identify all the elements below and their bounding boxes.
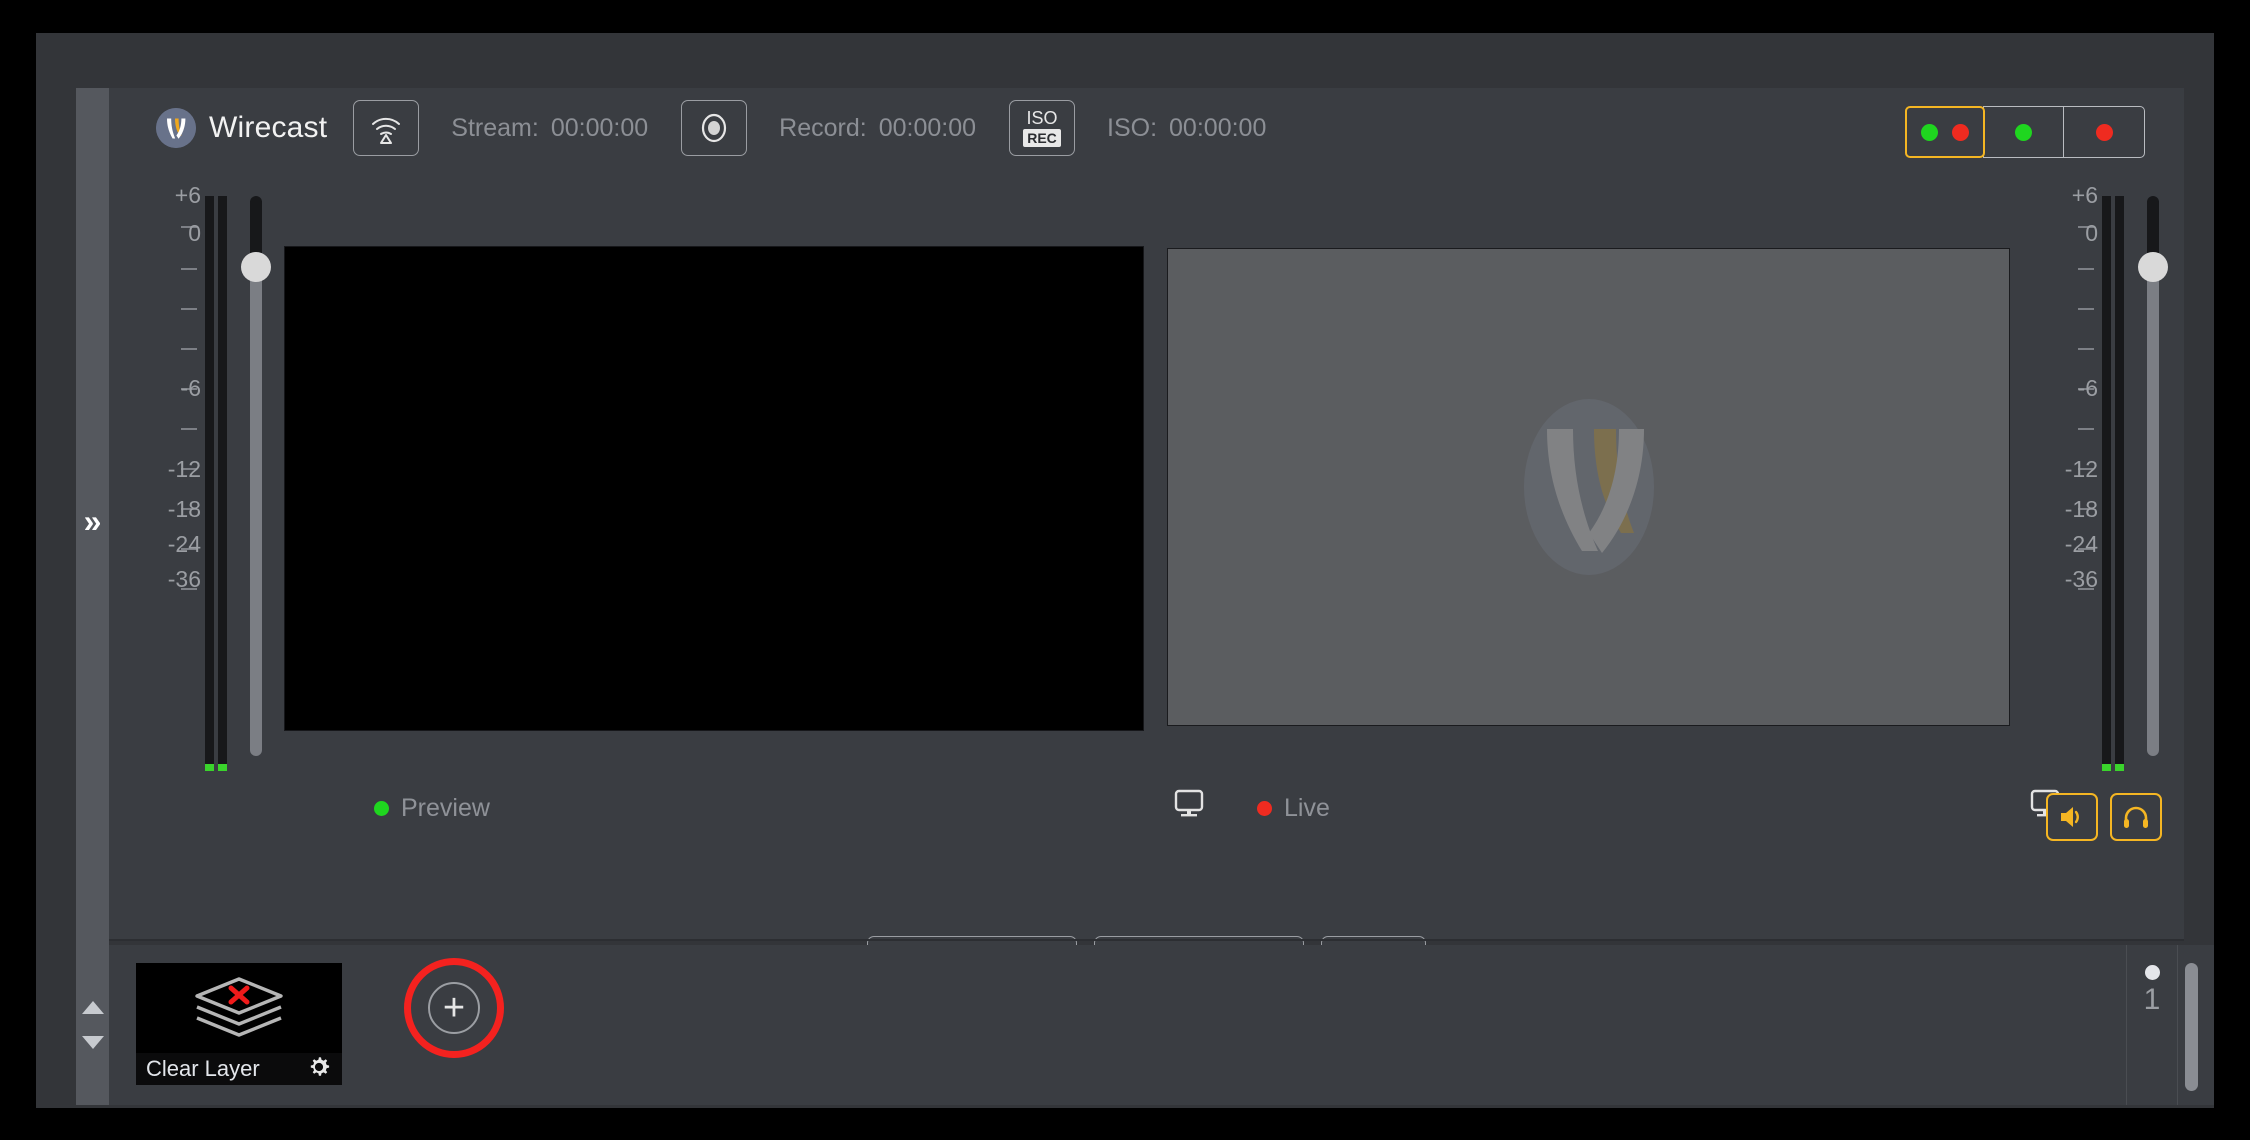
meter-label: -36 xyxy=(167,566,201,592)
chevron-double-right-icon[interactable]: » xyxy=(84,505,102,537)
live-meter-bars xyxy=(2102,196,2126,771)
app-brand: Wirecast xyxy=(156,108,327,148)
preview-meter-bars xyxy=(205,196,229,771)
broadcast-icon xyxy=(372,117,401,144)
layer-number: 1 xyxy=(2143,983,2161,1016)
live-video-pane[interactable] xyxy=(1167,248,2010,726)
meter-label: +6 xyxy=(2071,182,2098,208)
headphones-button[interactable] xyxy=(2110,793,2162,841)
iso-rec-icon: ISO REC xyxy=(1023,109,1061,147)
speaker-icon xyxy=(2061,807,2079,827)
status-segment-record[interactable] xyxy=(2063,106,2145,158)
meter-label: -6 xyxy=(2077,375,2098,401)
stream-button[interactable] xyxy=(353,100,420,156)
stream-timer-value: 00:00:00 xyxy=(550,113,649,142)
fader-knob[interactable] xyxy=(2138,252,2168,282)
gear-icon[interactable] xyxy=(306,1054,332,1085)
meter-label: -6 xyxy=(180,375,201,401)
meter-channel-right xyxy=(2115,196,2124,771)
add-shot-button[interactable]: + xyxy=(404,958,504,1058)
layer-strip: Clear Layer 1 xyxy=(76,945,2214,1105)
iso-timer-value: 00:00:00 xyxy=(1169,113,1267,142)
meter-channel-left xyxy=(205,196,214,771)
headphones-icon xyxy=(2124,806,2148,828)
iso-record-button[interactable]: ISO REC xyxy=(1009,100,1076,156)
record-icon xyxy=(702,113,727,143)
preview-meter-scale: +6 0 -6 -12 -18 -24 -36 xyxy=(149,178,201,798)
preview-audio-meter: +6 0 -6 -12 -18 -24 -36 xyxy=(149,178,271,798)
monitor-icon xyxy=(1174,789,1204,817)
screenshot-root: » Wirecast Stream: 00:00:00 Record: 00:0… xyxy=(0,0,2250,1140)
triangle-up-icon[interactable] xyxy=(81,1001,104,1014)
preview-monitor-button[interactable] xyxy=(1172,786,1206,820)
meter-label: 0 xyxy=(2085,220,2098,246)
meter-label: -18 xyxy=(167,496,201,522)
meter-label: -12 xyxy=(2064,456,2098,482)
iso-icon-top-text: ISO xyxy=(1026,108,1058,128)
plus-icon[interactable]: + xyxy=(428,982,480,1034)
live-meter-scale: +6 0 -6 -12 -18 -24 -36 xyxy=(2046,178,2098,798)
green-status-dot xyxy=(1920,123,1938,141)
shot-thumbnail-footer: Clear Layer xyxy=(136,1053,342,1085)
live-status-dot xyxy=(1257,800,1272,816)
layer-active-dot xyxy=(2144,965,2160,980)
meter-label: -36 xyxy=(2064,566,2098,592)
shot-thumbnail[interactable]: Clear Layer xyxy=(136,963,342,1085)
audio-output-buttons xyxy=(2046,793,2162,841)
iso-icon-bottom-text: REC xyxy=(1023,129,1061,147)
record-timer-value: 00:00:00 xyxy=(878,113,977,142)
layer-index-column[interactable]: 1 xyxy=(2126,945,2178,1105)
toolbar-left-group: Wirecast Stream: 00:00:00 Record: 00:00:… xyxy=(156,88,1266,168)
meter-label: 0 xyxy=(188,220,201,246)
preview-status-row: Preview xyxy=(374,788,490,828)
live-status-row: Live xyxy=(1257,788,1330,828)
preview-volume-fader[interactable] xyxy=(241,196,271,756)
red-status-dot xyxy=(1951,123,1969,141)
preview-status-dot xyxy=(374,800,389,816)
layer-reorder-controls xyxy=(76,945,109,1105)
app-title: Wirecast xyxy=(209,111,328,144)
meter-channel-left xyxy=(2102,196,2111,771)
speaker-button[interactable] xyxy=(2046,793,2098,841)
shot-name: Clear Layer xyxy=(146,1056,260,1081)
layers-clear-icon xyxy=(136,963,342,1053)
stream-timer-label: Stream: xyxy=(451,113,539,142)
sidebar-expand-rail[interactable]: » xyxy=(76,88,109,968)
meter-label: +6 xyxy=(174,182,201,208)
live-audio-meter: +6 0 -6 -12 -18 -24 -36 xyxy=(2042,178,2168,798)
live-volume-fader[interactable] xyxy=(2138,196,2168,756)
record-button[interactable] xyxy=(681,100,748,156)
iso-timer-label: ISO: xyxy=(1107,113,1158,142)
fader-track-lower xyxy=(2147,274,2159,756)
meter-channel-right xyxy=(218,196,227,771)
wirecast-app-window: » Wirecast Stream: 00:00:00 Record: 00:0… xyxy=(36,33,2214,1108)
meter-label: -24 xyxy=(167,531,201,557)
preview-video-pane[interactable] xyxy=(284,246,1144,731)
live-label: Live xyxy=(1284,793,1330,822)
status-segment-stream[interactable] xyxy=(1982,106,2065,158)
record-timer-label: Record: xyxy=(779,113,867,142)
wirecast-watermark-icon xyxy=(1523,399,1654,575)
panel-divider xyxy=(109,939,2184,941)
status-indicator-group xyxy=(1904,106,2145,158)
meter-label: -24 xyxy=(2064,531,2098,557)
main-panel: Wirecast Stream: 00:00:00 Record: 00:00:… xyxy=(109,88,2184,989)
fader-knob[interactable] xyxy=(241,252,271,282)
red-status-dot xyxy=(2095,123,2113,141)
meter-label: -12 xyxy=(167,456,201,482)
status-segment-all[interactable] xyxy=(1904,106,1985,158)
top-toolbar: Wirecast Stream: 00:00:00 Record: 00:00:… xyxy=(109,88,2184,168)
triangle-down-icon[interactable] xyxy=(81,1036,104,1049)
fader-track-lower xyxy=(250,274,262,756)
preview-label: Preview xyxy=(401,793,490,822)
wirecast-logo-icon xyxy=(156,108,196,148)
meter-label: -18 xyxy=(2064,496,2098,522)
green-status-dot xyxy=(2015,123,2032,141)
layer-scrollbar[interactable] xyxy=(2185,963,2198,1091)
